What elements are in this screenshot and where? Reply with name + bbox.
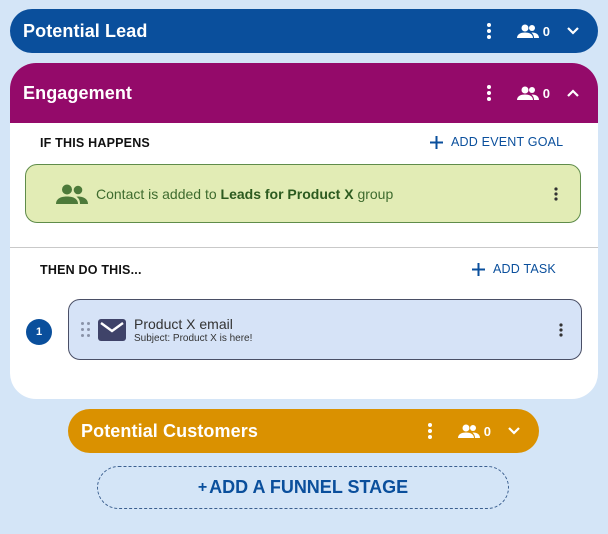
contact-count: 0 [516, 23, 550, 39]
if-this-happens-label: IF THIS HAPPENS [40, 136, 150, 150]
add-event-goal-label: ADD EVENT GOAL [451, 135, 564, 149]
add-task-button[interactable]: ADD TASK [472, 262, 556, 276]
plus-icon [472, 262, 485, 276]
event-prefix: Contact is added to [96, 185, 221, 202]
people-icon [516, 24, 539, 38]
event-description: Contact is added to Leads for Product X … [96, 186, 393, 202]
chevron-up-icon[interactable] [564, 84, 582, 102]
chevron-down-icon[interactable] [564, 22, 582, 40]
more-vert-icon[interactable] [479, 21, 499, 41]
count-value: 0 [542, 23, 550, 39]
more-vert-icon[interactable] [479, 83, 499, 103]
plus-icon [430, 135, 443, 149]
stage-engagement-header[interactable]: Engagement 0 [10, 63, 598, 123]
more-vert-icon[interactable] [546, 184, 566, 204]
add-funnel-stage-button[interactable]: + ADD A FUNNEL STAGE [97, 466, 509, 509]
section-divider [10, 247, 598, 248]
event-goal-card[interactable]: Contact is added to Leads for Product X … [25, 164, 581, 223]
stage-potential-customers[interactable]: Potential Customers 0 [68, 409, 539, 453]
task-subject: Subject: Product X is here! [134, 332, 253, 344]
add-task-label: ADD TASK [493, 262, 556, 276]
add-event-goal-button[interactable]: ADD EVENT GOAL [430, 135, 563, 149]
add-funnel-stage-label: ADD A FUNNEL STAGE [209, 477, 409, 497]
stage-title: Potential Lead [23, 20, 148, 41]
stage-title: Potential Customers [81, 420, 258, 441]
people-icon [457, 424, 480, 438]
stage-potential-lead[interactable]: Potential Lead 0 [10, 9, 598, 53]
chevron-down-icon[interactable] [505, 422, 523, 440]
stage-title: Engagement [23, 82, 133, 103]
event-suffix: group [353, 185, 394, 202]
more-vert-icon[interactable] [551, 320, 571, 340]
count-value: 0 [483, 423, 491, 439]
contact-count: 0 [516, 85, 550, 101]
stage-engagement: Engagement 0 IF THIS HAPPENS ADD EVENT G… [10, 63, 598, 399]
task-title: Product X email [134, 315, 233, 332]
count-value: 0 [542, 85, 550, 101]
then-do-this-label: THEN DO THIS... [40, 263, 142, 277]
group-icon [56, 184, 88, 204]
step-number-badge: 1 [26, 319, 52, 345]
people-icon [516, 86, 539, 100]
email-icon [98, 318, 126, 341]
event-group-name: Leads for Product X [220, 185, 354, 202]
task-texts: Product X email Subject: Product X is he… [134, 316, 252, 344]
more-vert-icon[interactable] [420, 421, 440, 441]
plus-icon: + [197, 478, 208, 496]
task-card[interactable]: Product X email Subject: Product X is he… [68, 299, 582, 360]
contact-count: 0 [457, 423, 491, 439]
drag-handle-icon[interactable] [81, 322, 90, 337]
